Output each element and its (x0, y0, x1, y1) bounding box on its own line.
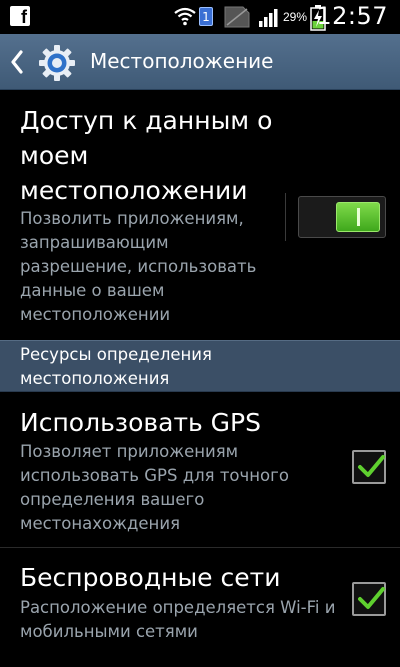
clock: 12:57 (316, 2, 388, 30)
no-sim-icon (224, 6, 250, 28)
settings-gear-icon[interactable] (37, 43, 77, 83)
checkmark-icon (358, 455, 385, 477)
wireless-networks-summary: Расположение определяется Wi-Fi и мобиль… (20, 598, 336, 641)
page-title: Местоположение (90, 49, 274, 73)
use-gps-checkbox[interactable] (352, 450, 386, 484)
section-header: Ресурсы определения местоположения (0, 340, 400, 392)
wireless-networks-item[interactable]: Беспроводные сети Расположение определяе… (0, 548, 400, 667)
location-access-item[interactable]: Доступ к данным о моем местоположении По… (0, 103, 400, 338)
location-access-toggle[interactable] (298, 196, 386, 238)
location-access-title: Доступ к данным о моем местоположении (20, 106, 273, 205)
use-gps-summary: Позволяет приложениям использовать GPS д… (20, 442, 289, 533)
location-access-summary: Позволить приложениям, запрашивающим раз… (20, 209, 257, 324)
switch-divider (285, 193, 286, 241)
battery-percent: 29% (283, 10, 308, 24)
chevron-left-icon[interactable] (10, 50, 24, 74)
use-gps-item[interactable]: Использовать GPS Позволяет приложениям и… (0, 392, 400, 547)
section-header-title: Ресурсы определения местоположения (20, 345, 212, 388)
wireless-networks-checkbox[interactable] (352, 582, 386, 616)
wireless-networks-title: Беспроводные сети (20, 563, 281, 592)
action-bar: Местоположение (0, 34, 400, 90)
signal-strength-icon (259, 9, 278, 27)
use-gps-title: Использовать GPS (20, 408, 262, 437)
facebook-icon: f (10, 6, 30, 27)
sim-badge: 1 (199, 7, 213, 26)
toggle-thumb (336, 202, 380, 232)
wifi-icon (174, 7, 196, 26)
status-bar: f 1 29% 12:57 (0, 0, 400, 34)
checkmark-icon (358, 587, 385, 609)
